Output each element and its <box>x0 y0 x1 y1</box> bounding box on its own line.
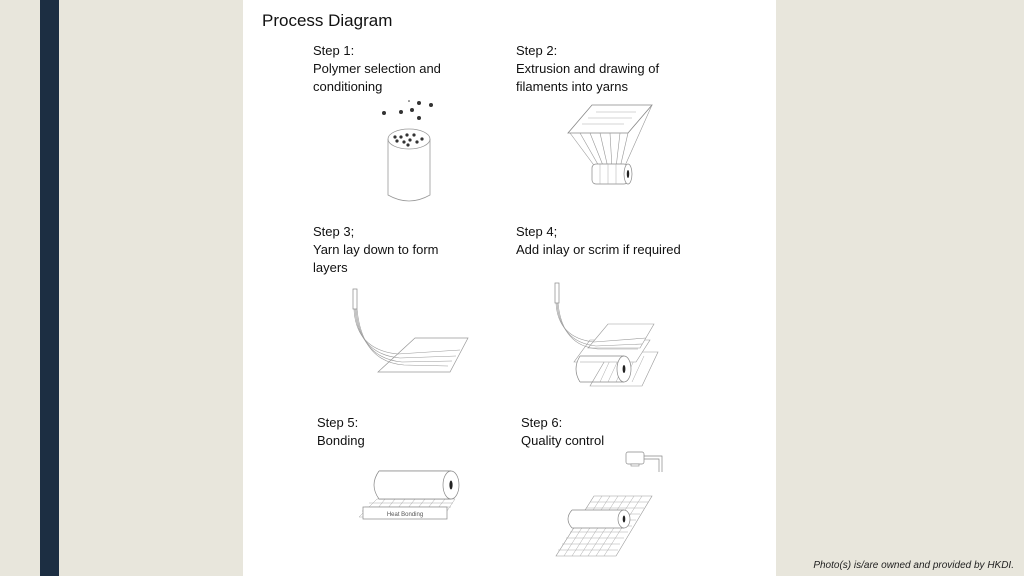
step-description: Add inlay or scrim if required <box>516 242 681 257</box>
sidebar-accent-bar <box>40 0 59 576</box>
step-heading: Step 4; <box>516 224 558 239</box>
step-2-text: Step 2: Extrusion and drawing of filamen… <box>516 42 659 96</box>
filament-extrusion-illustration <box>566 100 666 192</box>
step-description: conditioning <box>313 79 383 94</box>
inlay-scrim-illustration <box>550 282 665 390</box>
step-heading: Step 1: <box>313 43 355 58</box>
polymer-pellets-illustration <box>375 95 445 205</box>
step-heading: Step 5: <box>317 415 359 430</box>
heat-bonding-label: Heat Bonding <box>387 512 423 518</box>
step-4-text: Step 4; Add inlay or scrim if required <box>516 223 681 259</box>
step-description: layers <box>313 260 348 275</box>
photo-credit-caption: Photo(s) is/are owned and provided by HK… <box>813 560 1014 571</box>
step-6-text: Step 6: Quality control <box>521 414 604 450</box>
step-description: filaments into yarns <box>516 79 628 94</box>
step-heading: Step 6: <box>521 415 563 430</box>
step-description: Extrusion and drawing of <box>516 61 660 76</box>
yarn-laydown-illustration <box>350 288 470 378</box>
step-heading: Step 2: <box>516 43 558 58</box>
heat-bonding-illustration: Heat Bonding <box>357 467 465 531</box>
step-description: Bonding <box>317 433 365 448</box>
step-description: Yarn lay down to form <box>313 242 439 257</box>
step-description: Polymer selection and <box>313 61 441 76</box>
step-5-text: Step 5: Bonding <box>317 414 365 450</box>
step-1-text: Step 1: Polymer selection and conditioni… <box>313 42 441 96</box>
step-heading: Step 3; <box>313 224 355 239</box>
camera-icon <box>625 451 663 472</box>
quality-control-illustration <box>552 448 664 560</box>
slide-title: Process Diagram <box>262 11 393 30</box>
step-3-text: Step 3; Yarn lay down to form layers <box>313 223 438 277</box>
